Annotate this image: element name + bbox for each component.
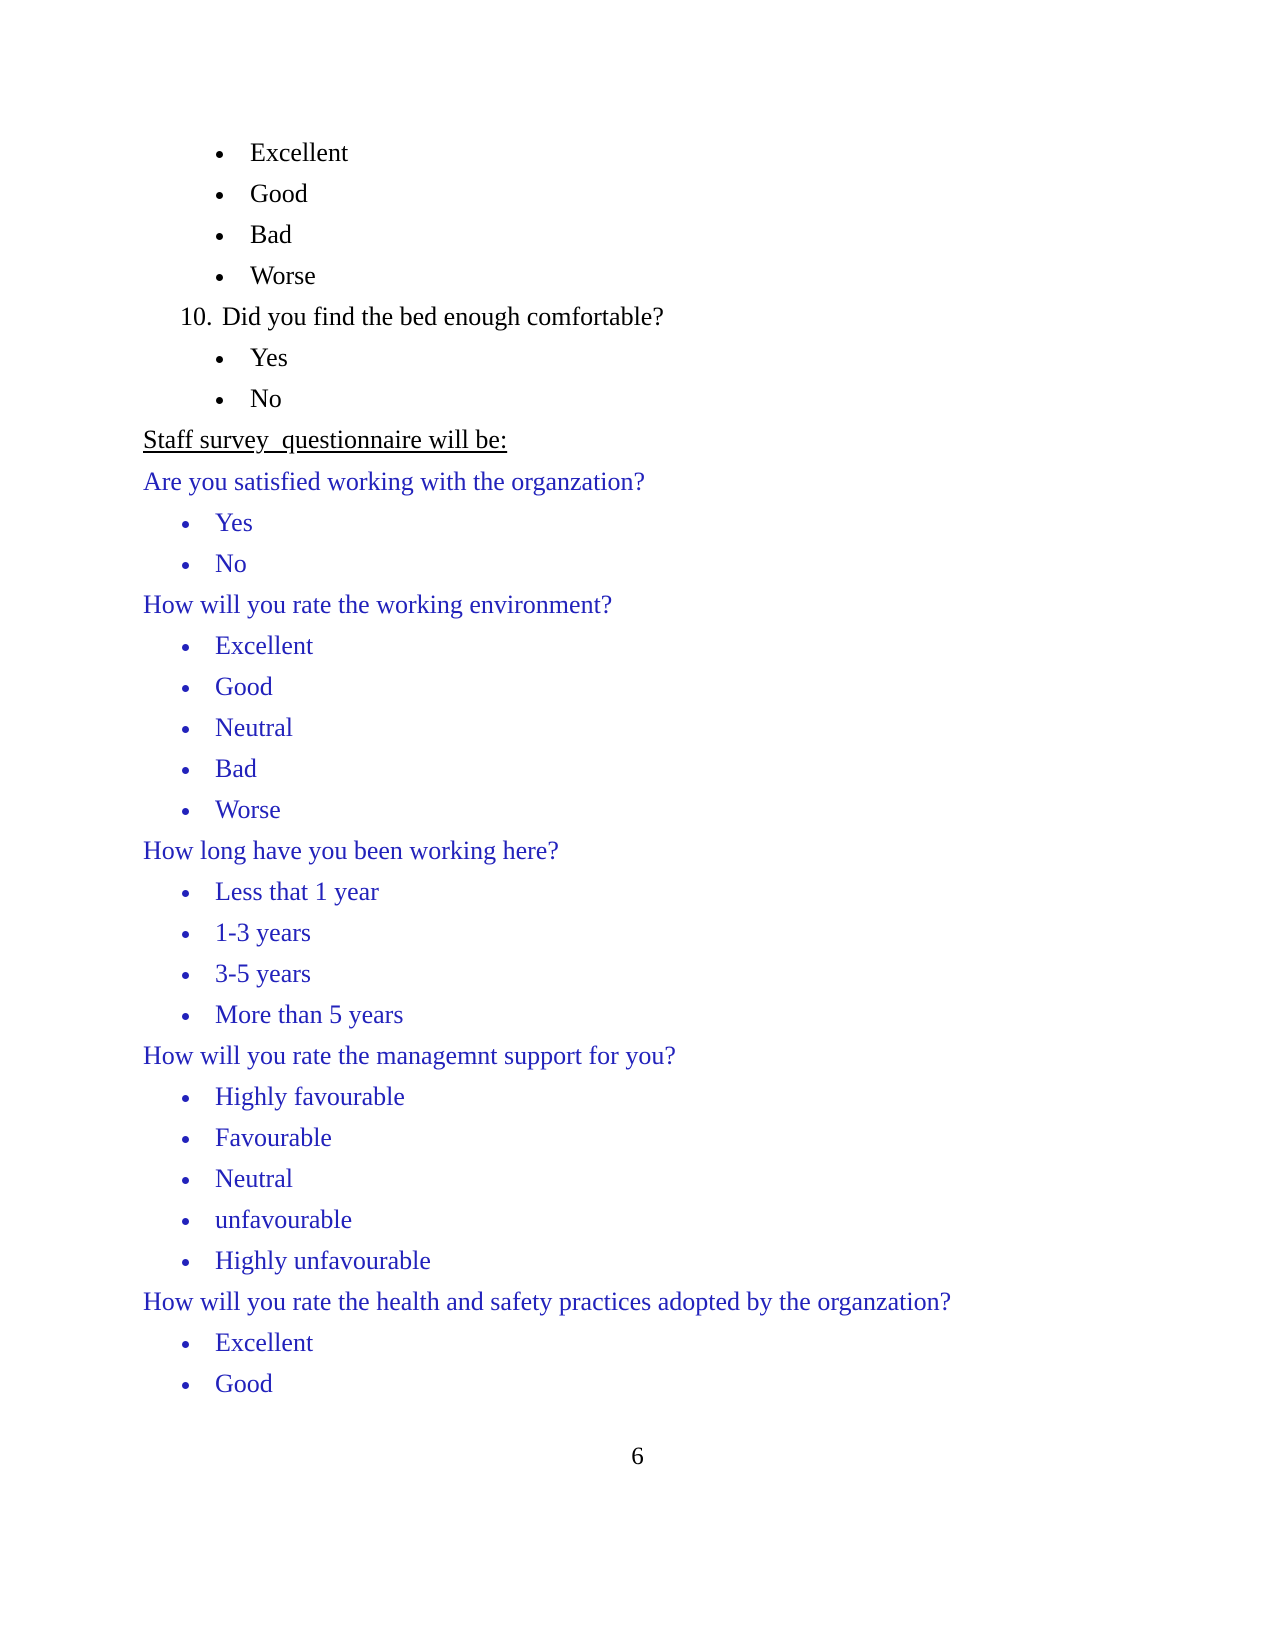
option-label: Excellent [215,631,314,660]
option-label: Worse [215,795,281,824]
staff-question-2-options: Excellent Good Neutral Bad Worse [143,625,1133,830]
option-label: Less that 1 year [215,877,379,906]
staff-question-5-options: Excellent Good [143,1322,1133,1404]
list-item: Bad [143,748,1133,789]
staff-question-4-options: Highly favourable Favourable Neutral unf… [143,1076,1133,1281]
question-10: 10. Did you find the bed enough comforta… [143,296,1133,337]
list-item: 1-3 years [143,912,1133,953]
list-item: Good [143,666,1133,707]
option-label: Highly unfavourable [215,1246,431,1275]
option-label: Yes [215,508,253,537]
option-label: Worse [250,261,316,290]
list-item: Yes [143,337,1133,378]
list-item: No [143,543,1133,584]
rating-options-list: Excellent Good Bad Worse [143,132,1133,296]
list-item: Excellent [143,625,1133,666]
staff-question-2: How will you rate the working environmen… [143,590,613,619]
list-item: 3-5 years [143,953,1133,994]
option-label: Bad [215,754,257,783]
option-label: unfavourable [215,1205,353,1234]
list-item: Highly favourable [143,1076,1133,1117]
option-label: 3-5 years [215,959,312,988]
list-item: Highly unfavourable [143,1240,1133,1281]
staff-question-5: How will you rate the health and safety … [143,1287,952,1316]
staff-survey-heading: Staff survey questionnaire will be: [143,419,1133,461]
option-label: Excellent [250,138,349,167]
list-item: Worse [143,255,1133,296]
document-page: Excellent Good Bad Worse 10. Did you fin… [0,0,1275,1650]
staff-question-4: How will you rate the managemnt support … [143,1041,676,1070]
list-item: Worse [143,789,1133,830]
list-item: Yes [143,502,1133,543]
list-item: More than 5 years [143,994,1133,1035]
staff-survey-heading-text: Staff survey questionnaire will be: [143,425,508,454]
option-label: Good [215,672,273,701]
option-label: More than 5 years [215,1000,404,1029]
list-item: Neutral [143,1158,1133,1199]
list-item: Excellent [143,132,1133,173]
option-label: Good [250,179,308,208]
list-item: Less that 1 year [143,871,1133,912]
question-text: Did you find the bed enough comfortable? [222,302,664,331]
option-label: Yes [250,343,288,372]
page-number: 6 [631,1443,644,1470]
option-label: Excellent [215,1328,314,1357]
question-number: 10. [180,302,213,331]
option-label: Neutral [215,1164,293,1193]
list-item: Bad [143,214,1133,255]
list-item: Good [143,1363,1133,1404]
option-label: No [215,549,247,578]
staff-question-1: Are you satisfied working with the organ… [143,467,646,496]
list-item: No [143,378,1133,419]
option-label: Bad [250,220,292,249]
list-item: Neutral [143,707,1133,748]
option-label: Good [215,1369,273,1398]
list-item: Excellent [143,1322,1133,1363]
option-label: No [250,384,282,413]
list-item: unfavourable [143,1199,1133,1240]
staff-question-1-options: Yes No [143,502,1133,584]
option-label: Neutral [215,713,293,742]
list-item: Favourable [143,1117,1133,1158]
option-label: 1-3 years [215,918,312,947]
document-body: Excellent Good Bad Worse 10. Did you fin… [143,132,1133,1404]
option-label: Highly favourable [215,1082,405,1111]
staff-question-3-options: Less that 1 year 1-3 years 3-5 years Mor… [143,871,1133,1035]
question-10-options-list: Yes No [143,337,1133,419]
list-item: Good [143,173,1133,214]
option-label: Favourable [215,1123,332,1152]
staff-question-3: How long have you been working here? [143,836,559,865]
